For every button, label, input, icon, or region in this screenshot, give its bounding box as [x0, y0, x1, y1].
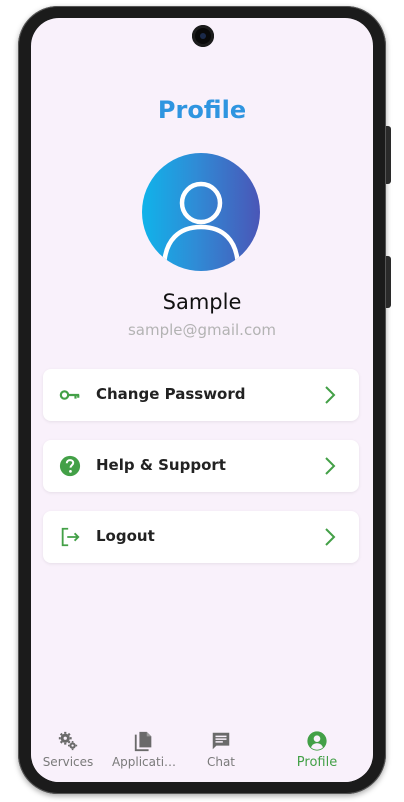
user-icon: [161, 181, 241, 270]
nav-label-chat: Chat: [206, 755, 236, 769]
help-support-label: Help & Support: [96, 456, 226, 474]
help-icon: [59, 455, 81, 477]
volume-button: [386, 126, 391, 184]
documents-icon: [134, 731, 152, 752]
change-password-label: Change Password: [96, 385, 246, 403]
chevron-right-icon: [325, 457, 336, 475]
chat-icon: [212, 732, 230, 750]
logout-icon: [61, 527, 80, 547]
user-name: Sample: [162, 290, 242, 314]
avatar[interactable]: [142, 153, 260, 271]
nav-item-chat[interactable]: Chat: [181, 730, 261, 769]
user-email: sample@gmail.com: [127, 321, 276, 339]
nav-item-services[interactable]: Services: [31, 730, 108, 769]
chevron-right-icon: [325, 386, 336, 404]
nav-label-services: Services: [42, 755, 94, 769]
help-support-button[interactable]: Help & Support: [43, 440, 359, 492]
gears-icon: [58, 731, 78, 751]
phone-frame: Profile Sample sample@gmail.com Change P…: [18, 6, 391, 794]
change-password-button[interactable]: Change Password: [43, 369, 359, 421]
logout-button[interactable]: Logout: [43, 511, 359, 563]
key-icon: [59, 390, 80, 400]
nav-item-profile[interactable]: Profile: [277, 730, 357, 770]
nav-item-applications[interactable]: Applicati…: [104, 730, 184, 769]
page-title: Profile: [157, 96, 247, 124]
chevron-right-icon: [325, 528, 336, 546]
power-button: [386, 256, 391, 308]
nav-label-applications: Applicati…: [111, 755, 177, 769]
front-camera: [192, 25, 214, 47]
account-circle-icon: [307, 731, 327, 751]
bottom-navigation: Services Applicati… Chat Profile: [31, 724, 373, 782]
app-screen: Profile Sample sample@gmail.com Change P…: [31, 18, 373, 782]
nav-label-profile: Profile: [296, 755, 338, 770]
logout-label: Logout: [96, 527, 155, 545]
